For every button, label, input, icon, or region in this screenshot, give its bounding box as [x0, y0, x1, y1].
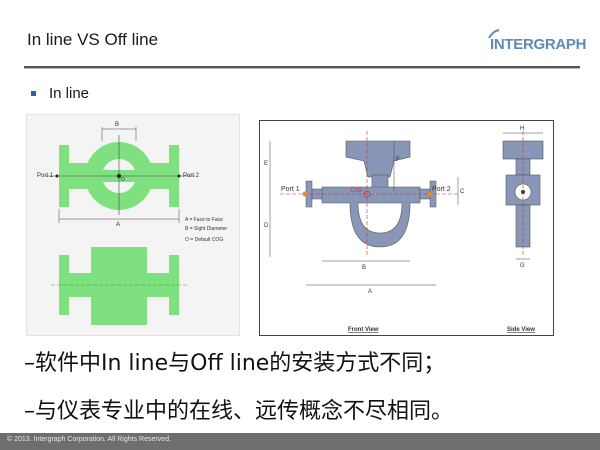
right-dim-f: F: [396, 157, 400, 163]
right-dim-g: G: [520, 263, 525, 269]
legend-a: A = Face to Face: [185, 217, 223, 223]
right-dim-c: C: [460, 189, 465, 195]
right-port1-label: Port 1: [281, 186, 300, 193]
inline-diagram: Port 1 Port 2 O B A A = Face to Face B =…: [37, 122, 227, 325]
logo-text: INTERGRAPH: [490, 36, 587, 53]
right-dim-b: B: [362, 265, 366, 271]
left-port2-label: Port 2: [183, 173, 200, 179]
title-divider: [24, 66, 580, 69]
legend-b: B = Sight Diameter: [185, 226, 227, 232]
port2-dot: [177, 174, 181, 178]
footer-bar: © 2013. Intergraph Corporation. All Righ…: [0, 433, 600, 450]
body-line-1: –软件中In line与Off line的安装方式不同；: [24, 351, 446, 376]
offline-instrument-figure: Port 1 Port 2 CoG E D F C B A H G Front …: [259, 120, 554, 336]
inline-instrument-figure: Port 1 Port 2 O B A A = Face to Face B =…: [26, 114, 240, 336]
center-body-bottom: [91, 247, 147, 325]
bullet-marker: [31, 91, 36, 96]
right-dim-h: H: [520, 126, 524, 132]
right-dim-a: A: [368, 289, 372, 295]
body-line-2: –与仪表专业中的在线、远传概念不尽相同。: [24, 399, 454, 424]
port1-dot: [55, 174, 59, 178]
copyright-text: © 2013. Intergraph Corporation. All Righ…: [7, 436, 171, 443]
left-port1-label: Port 1: [37, 173, 54, 179]
slide-title: In line VS Off line: [27, 30, 159, 49]
left-o-label: O: [121, 177, 125, 183]
logo-swoosh-icon: [488, 29, 500, 39]
front-port1-marker: [302, 191, 308, 197]
intergraph-logo: INTERGRAPH: [488, 29, 587, 53]
right-port2-label: Port 2: [432, 186, 451, 193]
left-dim-a: A: [116, 222, 120, 228]
left-dim-b: B: [115, 122, 119, 128]
legend-o: O = Default COG: [185, 237, 223, 243]
bullet-text: In line: [49, 85, 90, 102]
right-dim-d: D: [264, 223, 269, 229]
right-dim-e: E: [264, 161, 268, 167]
offline-diagram: Port 1 Port 2 CoG E D F C B A H G Front …: [264, 126, 544, 333]
right-cog-label: CoG: [350, 188, 363, 194]
front-top-housing: [345, 140, 411, 178]
slide: In line VS Off line INTERGRAPH In line P…: [0, 0, 600, 450]
front-view-label: Front View: [348, 327, 379, 333]
side-view-label: Side View: [507, 327, 535, 333]
